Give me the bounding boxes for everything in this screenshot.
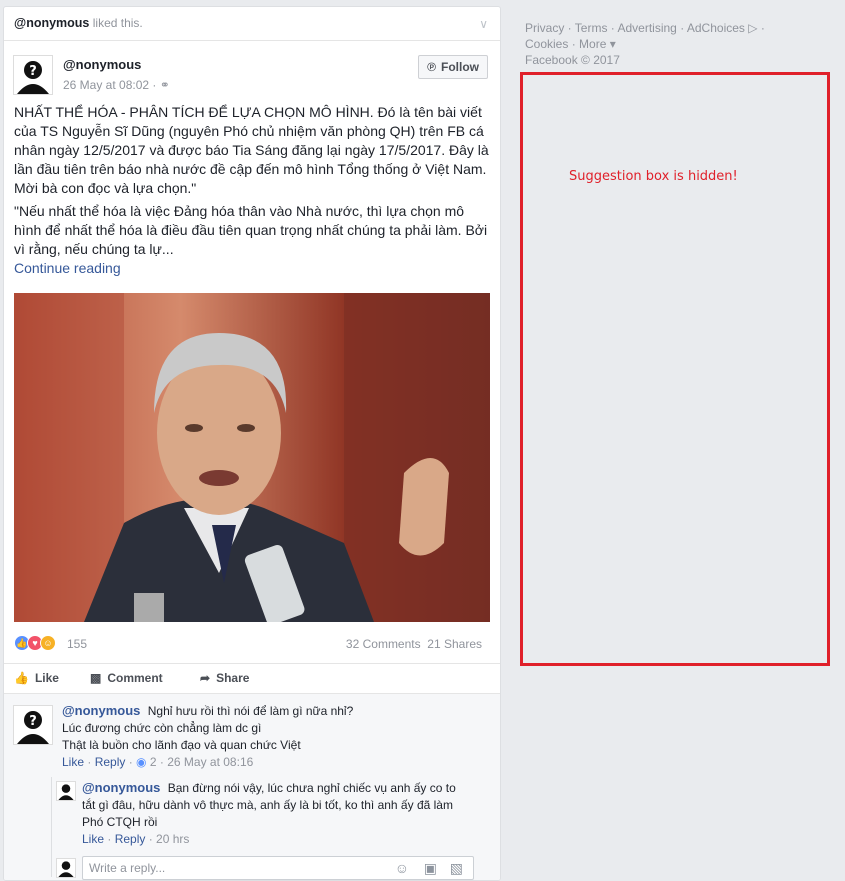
reactions-bar: 👍 ♥ ☺ 155 32 Comments 21 Shares: [14, 633, 490, 653]
post-timestamp[interactable]: 26 May at 08:02 · ⚭: [63, 78, 170, 92]
comment-reply-link[interactable]: Reply: [95, 755, 126, 769]
more-link[interactable]: More ▾: [579, 37, 616, 51]
svg-text:?: ?: [29, 714, 37, 729]
chevron-down-icon[interactable]: ∨: [479, 17, 488, 31]
comment-line: tắt gì đâu, hữu dành vô thực mà, anh ấy …: [82, 798, 453, 812]
advertising-link[interactable]: Advertising: [617, 21, 676, 35]
post-paragraph-2: "Nếu nhất thể hóa là việc Đảng hóa thân …: [14, 203, 488, 257]
sticker-icon[interactable]: ▧: [450, 860, 463, 877]
post-author[interactable]: @nonymous: [63, 57, 141, 72]
comment-like-count[interactable]: ◉ 2: [136, 755, 157, 769]
adchoices-icon: ▷: [748, 21, 758, 35]
share-button[interactable]: ➦ Share: [200, 671, 249, 685]
follow-label: Follow: [441, 60, 479, 74]
shares-count[interactable]: 21 Shares: [427, 637, 482, 651]
post-paragraph-1: NHẤT THỂ HÓA - PHÂN TÍCH ĐỂ LỰA CHỌN MÔ …: [14, 104, 489, 196]
comment-like-link[interactable]: Like: [62, 755, 84, 769]
like-label: Like: [34, 671, 59, 685]
comment-actions: Like · Reply · ◉ 2 · 26 May at 08:16: [62, 755, 254, 769]
cookies-link[interactable]: Cookies: [525, 37, 568, 51]
copyright: Facebook © 2017: [525, 53, 620, 67]
news-feed-story: @nonymous liked this. ∨ ? @nonymous 26 M…: [3, 6, 501, 881]
thumbs-up-icon: 👍: [14, 671, 29, 685]
avatar[interactable]: ?: [13, 55, 53, 95]
post-time: 26 May at 08:02: [63, 78, 150, 92]
comment: @nonymous Nghỉ hưu rồi thì nói để làm gì…: [62, 702, 482, 771]
liked-this-bar: @nonymous liked this. ∨: [4, 7, 500, 41]
privacy-link[interactable]: Privacy: [525, 21, 564, 35]
emoji-icon[interactable]: ☺: [395, 860, 409, 876]
like-button[interactable]: 👍 Like: [14, 671, 59, 685]
comment-line: Nghỉ hưu rồi thì nói để làm gì nữa nhỉ?: [147, 704, 354, 718]
continue-reading-link[interactable]: Continue reading: [14, 259, 490, 278]
post-header: ? @nonymous 26 May at 08:02 · ⚭ ℗ Follow: [13, 55, 490, 99]
avatar: [56, 858, 76, 878]
liked-suffix: liked this.: [92, 16, 143, 30]
comment-author[interactable]: @nonymous: [82, 780, 160, 795]
comment-time[interactable]: 26 May at 08:16: [167, 755, 253, 769]
comment-reply-link[interactable]: Reply: [115, 832, 146, 846]
reply-placeholder: Write a reply...: [89, 861, 166, 875]
comment-time[interactable]: 20 hrs: [156, 832, 189, 846]
comment-button[interactable]: ▩ Comment: [90, 671, 163, 685]
comment-line: Phó CTQH rồi: [82, 815, 158, 829]
reaction-icons[interactable]: 👍 ♥ ☺: [14, 635, 56, 651]
rss-icon: ℗: [427, 60, 436, 74]
share-arrow-icon: ➦: [200, 671, 211, 685]
post-actions: 👍 Like ▩ Comment ➦ Share: [4, 663, 500, 693]
speech-bubble-icon: ▩: [90, 671, 102, 685]
comment-actions: Like · Reply · 20 hrs: [82, 832, 190, 846]
avatar[interactable]: ?: [13, 705, 53, 745]
avatar[interactable]: [56, 781, 76, 801]
post-photo[interactable]: [14, 293, 490, 622]
annotation-box: Suggestion box is hidden!: [520, 72, 830, 666]
comment-line: Bạn đừng nói vậy, lúc chưa nghỉ chiếc vụ…: [167, 781, 456, 795]
comments-section: ? @nonymous Nghỉ hưu rồi thì nói để làm …: [4, 693, 500, 880]
comment-label: Comment: [107, 671, 163, 685]
comment-like-link[interactable]: Like: [82, 832, 104, 846]
share-label: Share: [216, 671, 250, 685]
reply-input[interactable]: Write a reply... ☺ ▣ ▧: [82, 856, 474, 880]
like-reaction-icon: ◉: [136, 755, 147, 769]
globe-icon: ⚭: [159, 78, 170, 92]
footer-links: Privacy · Terms · Advertising · AdChoice…: [525, 21, 765, 67]
adchoices-link[interactable]: AdChoices ▷: [687, 21, 758, 35]
comment-likes-number: 2: [149, 755, 157, 769]
engagement-counts: 32 Comments 21 Shares: [346, 637, 482, 651]
terms-link[interactable]: Terms: [575, 21, 608, 35]
reply-thread-line: [51, 777, 52, 877]
annotation-text: Suggestion box is hidden!: [569, 169, 738, 184]
reply-comment: @nonymous Bạn đừng nói vậy, lúc chưa ngh…: [82, 779, 492, 848]
comment-line: Thật là buồn cho lãnh đạo và quan chức V…: [62, 738, 301, 752]
follow-button[interactable]: ℗ Follow: [418, 55, 488, 79]
comment-line: Lúc đương chức còn chẳng làm dc gì: [62, 721, 262, 735]
svg-text:?: ?: [29, 64, 37, 79]
camera-icon[interactable]: ▣: [424, 860, 437, 877]
comments-count[interactable]: 32 Comments: [346, 637, 421, 651]
caret-down-icon: ▾: [609, 37, 616, 51]
haha-reaction-icon: ☺: [40, 635, 56, 651]
comment-author[interactable]: @nonymous: [62, 703, 140, 718]
liked-by-user[interactable]: @nonymous: [14, 16, 89, 30]
post-body: NHẤT THỂ HÓA - PHÂN TÍCH ĐỂ LỰA CHỌN MÔ …: [14, 103, 490, 278]
reaction-count[interactable]: 155: [67, 637, 87, 651]
